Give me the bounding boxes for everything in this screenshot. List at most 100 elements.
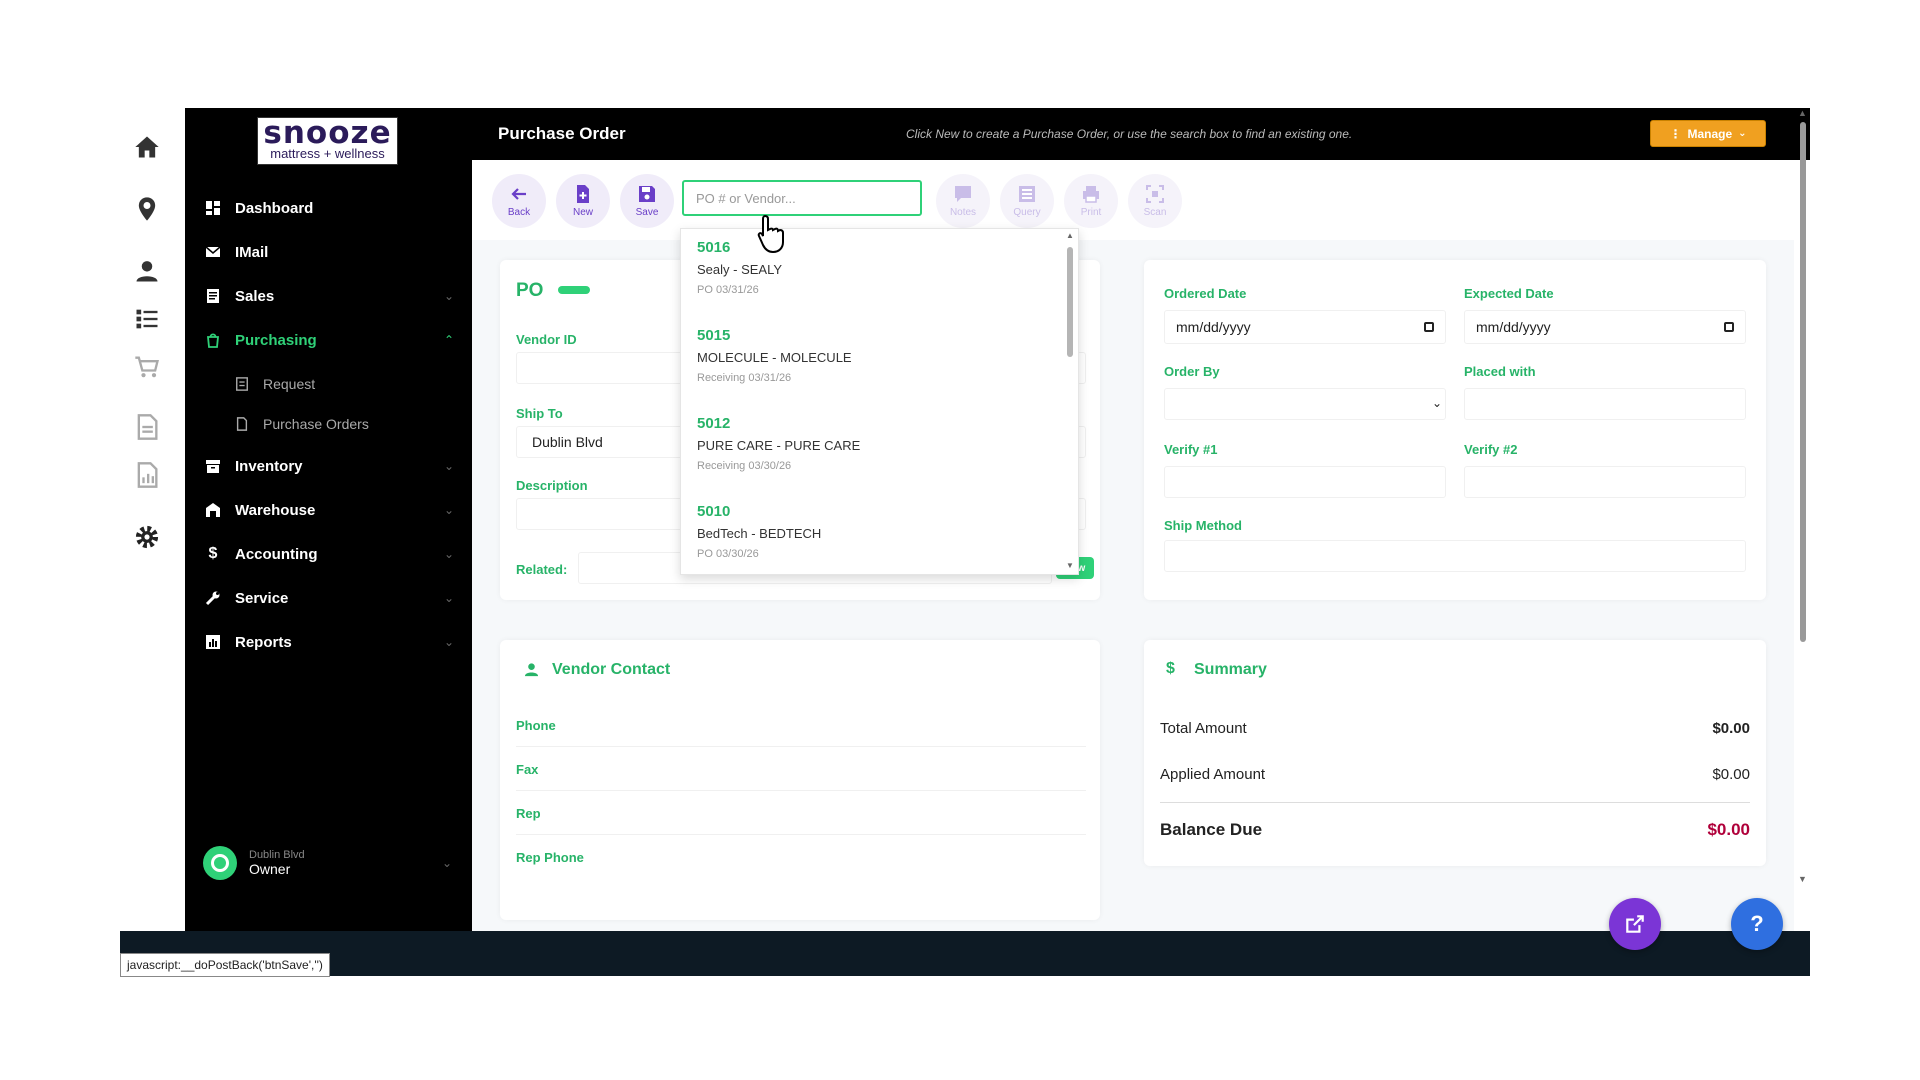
page-scroll-thumb[interactable] — [1800, 122, 1806, 642]
chevron-down-icon: ⌄ — [1738, 128, 1747, 139]
notes-button[interactable]: Notes — [936, 174, 990, 228]
po-vendor: Sealy - SEALY — [697, 262, 783, 277]
sidebar-item-label: Inventory — [235, 457, 303, 475]
gear-icon[interactable] — [130, 520, 164, 554]
dates-card: Ordered Date mm/dd/yyyy Expected Date mm… — [1144, 260, 1766, 600]
icon-rail — [120, 110, 180, 910]
ship-method-select[interactable] — [1164, 540, 1746, 572]
calendar-icon[interactable] — [1424, 322, 1434, 332]
chevron-down-icon: ⌄ — [441, 856, 452, 870]
mail-icon — [205, 246, 221, 257]
placed-with-input[interactable] — [1464, 388, 1746, 420]
search-result-item[interactable]: 5010 BedTech - BEDTECH PO 03/30/26 — [697, 503, 1037, 574]
page-scrollbar[interactable]: ▲ ▼ — [1797, 108, 1809, 888]
search-results-dropdown: 5016 Sealy - SEALY PO 03/31/26 5015 MOLE… — [680, 228, 1079, 575]
arrow-left-icon — [511, 188, 526, 200]
status-bar-url: javascript:__doPostBack('btnSave','') — [120, 953, 330, 977]
wrench-icon — [205, 591, 220, 606]
sales-icon — [207, 289, 219, 303]
dashboard-icon — [206, 201, 220, 215]
sidebar-item-label: Purchasing — [235, 331, 317, 349]
divider — [516, 834, 1086, 835]
page-header: Purchase Order Click New to create a Pur… — [472, 108, 1810, 160]
query-button[interactable]: Query — [1000, 174, 1054, 228]
cart-icon[interactable] — [130, 350, 164, 384]
verify1-label: Verify #1 — [1164, 442, 1218, 457]
home-icon[interactable] — [130, 130, 164, 164]
balance-due-row: Balance Due $0.00 — [1160, 820, 1750, 840]
sidebar-item-imail[interactable]: IMail — [205, 236, 460, 268]
chevron-down-icon: ⌄ — [443, 289, 454, 303]
document-icon[interactable] — [130, 410, 164, 444]
print-button[interactable]: Print — [1064, 174, 1118, 228]
sidebar-item-sales[interactable]: Sales ⌄ — [205, 280, 460, 312]
help-button[interactable]: ? — [1731, 898, 1783, 950]
warehouse-icon — [206, 503, 220, 517]
dollar-icon: $ — [208, 545, 218, 562]
inventory-icon — [206, 460, 220, 473]
new-file-icon — [577, 185, 589, 203]
po-status: Receiving 03/31/26 — [697, 372, 792, 384]
sidebar-item-accounting[interactable]: $ Accounting ⌄ — [205, 538, 460, 570]
po-vendor: PURE CARE - PURE CARE — [697, 438, 861, 453]
sidebar-item-reports[interactable]: Reports ⌄ — [205, 626, 460, 658]
back-button[interactable]: Back — [492, 174, 546, 228]
ordered-date-label: Ordered Date — [1164, 286, 1247, 301]
user-menu[interactable]: Dublin Blvd Owner ⌄ — [203, 843, 458, 883]
sidebar-item-inventory[interactable]: Inventory ⌄ — [205, 450, 460, 482]
total-amount-label: Total Amount — [1160, 720, 1247, 737]
search-input[interactable] — [682, 180, 922, 216]
total-amount-row: Total Amount $0.00 — [1160, 720, 1750, 737]
chevron-down-icon: ⌄ — [443, 503, 454, 517]
chevron-down-icon: ⌄ — [443, 459, 454, 473]
po-status: Receiving 03/30/26 — [697, 460, 792, 472]
new-button[interactable]: New — [556, 174, 610, 228]
chevron-down-icon: ⌄ — [443, 635, 454, 649]
po-number: 5012 — [697, 415, 731, 432]
checklist-icon[interactable] — [130, 302, 164, 336]
brand-logo[interactable]: snooze mattress + wellness — [257, 117, 398, 165]
calendar-icon[interactable] — [1724, 322, 1734, 332]
sidebar-item-warehouse[interactable]: Warehouse ⌄ — [205, 494, 460, 526]
dropdown-scroll-thumb[interactable] — [1067, 247, 1073, 357]
user-location: Dublin Blvd — [249, 849, 305, 861]
sidebar-subitem-label: Request — [263, 376, 316, 392]
balance-due-label: Balance Due — [1160, 820, 1263, 839]
search-result-item[interactable]: 5012 PURE CARE - PURE CARE Receiving 03/… — [697, 415, 1037, 495]
search-result-item[interactable]: 5015 MOLECULE - MOLECULE Receiving 03/31… — [697, 327, 1037, 407]
scan-button[interactable]: Scan — [1128, 174, 1182, 228]
sidebar-subitem-purchase-orders[interactable]: Purchase Orders — [235, 410, 369, 438]
sidebar-item-service[interactable]: Service ⌄ — [205, 582, 460, 614]
user-icon — [524, 663, 539, 677]
scroll-up-icon[interactable]: ▲ — [1798, 108, 1807, 118]
dollar-icon: $ — [1166, 660, 1175, 677]
sidebar-subitem-request[interactable]: Request — [235, 370, 315, 398]
notes-icon — [955, 186, 971, 202]
sidebar-subitem-label: Purchase Orders — [263, 416, 369, 432]
file-icon — [236, 417, 248, 431]
chevron-up-icon: ⌃ — [443, 333, 454, 347]
order-by-select[interactable] — [1164, 388, 1446, 420]
report-icon[interactable] — [130, 458, 164, 492]
description-label: Description — [516, 478, 588, 493]
location-pin-icon[interactable] — [130, 192, 164, 226]
scroll-down-icon[interactable]: ▼ — [1066, 561, 1074, 570]
back-label: Back — [507, 207, 531, 218]
hand-cursor-icon — [757, 214, 784, 254]
vendor-contact-card: Vendor Contact Phone Fax Rep Rep Phone — [500, 640, 1100, 920]
scroll-up-icon[interactable]: ▲ — [1066, 231, 1074, 240]
po-number: 5010 — [697, 503, 731, 520]
verify1-input[interactable] — [1164, 466, 1446, 498]
manage-button[interactable]: ⋮ Manage ⌄ — [1650, 120, 1766, 147]
avatar — [203, 846, 237, 880]
chevron-down-icon: ⌄ — [1432, 396, 1443, 410]
verify2-input[interactable] — [1464, 466, 1746, 498]
save-button[interactable]: Save — [620, 174, 674, 228]
user-icon[interactable] — [130, 254, 164, 288]
sidebar-item-purchasing[interactable]: Purchasing ⌃ — [205, 324, 460, 356]
external-link-button[interactable] — [1609, 898, 1661, 950]
scroll-down-icon[interactable]: ▼ — [1798, 874, 1807, 884]
search-result-item[interactable]: 5016 Sealy - SEALY PO 03/31/26 — [697, 239, 1037, 319]
sidebar-item-dashboard[interactable]: Dashboard — [205, 192, 460, 224]
sidebar-item-label: Reports — [235, 633, 292, 651]
